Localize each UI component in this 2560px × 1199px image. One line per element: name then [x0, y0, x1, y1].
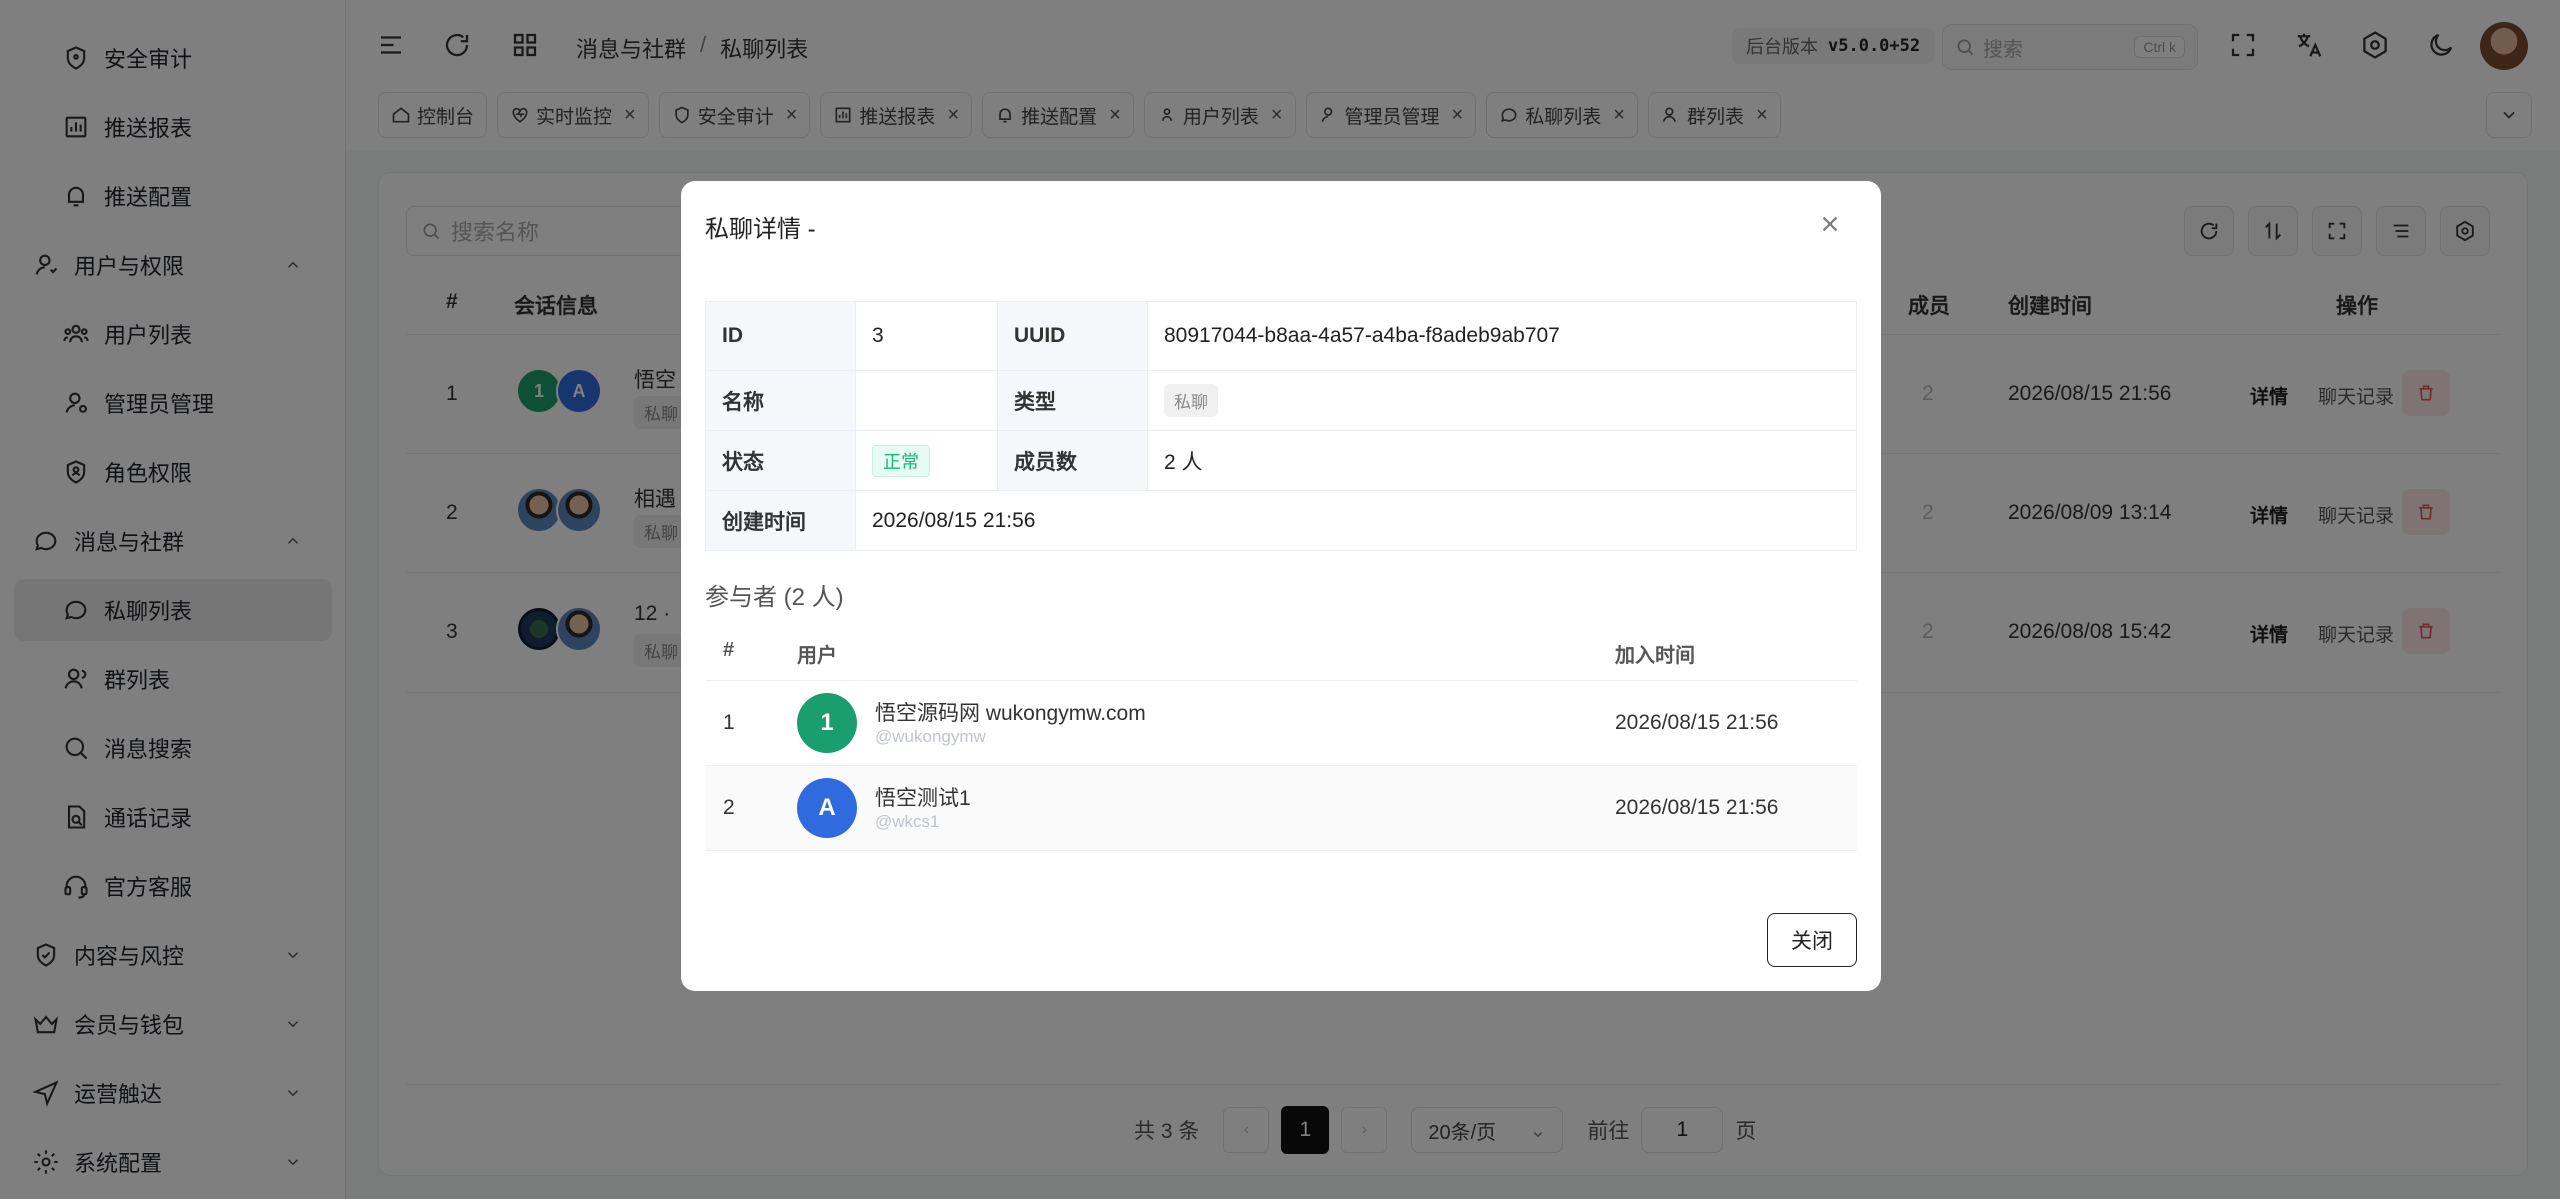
type-tag: 私聊 [1164, 384, 1218, 417]
column-header-user: 用户 [797, 645, 837, 667]
dialog-title: 私聊详情 - [705, 216, 816, 243]
id-value: 3 [855, 301, 998, 371]
joined-time: 2026/08/15 21:56 [1615, 711, 1779, 734]
type-label: 类型 [997, 370, 1148, 431]
uuid-value: 80917044-b8aa-4a57-a4ba-f8adeb9ab707 [1147, 301, 1857, 371]
participant-handle: @wkcs1 [875, 812, 940, 831]
status-badge: 正常 [872, 444, 930, 477]
members-value: 2 人 [1147, 430, 1857, 491]
close-icon[interactable] [1817, 211, 1843, 237]
detail-descriptions: ID 3 UUID 80917044-b8aa-4a57-a4ba-f8adeb… [705, 301, 1857, 551]
participants-header: # 用户 加入时间 [705, 621, 1857, 681]
close-button[interactable]: 关闭 [1767, 913, 1857, 967]
row-index: 2 [723, 796, 735, 819]
row-index: 1 [723, 711, 735, 734]
avatar: A [797, 778, 857, 838]
avatar: 1 [797, 693, 857, 753]
participant-row: 2 A 悟空测试1 @wkcs1 2026/08/15 21:56 [705, 766, 1857, 851]
name-label: 名称 [705, 370, 856, 431]
id-label: ID [705, 301, 856, 371]
joined-time: 2026/08/15 21:56 [1615, 796, 1779, 819]
participant-name: 悟空源码网 wukongymw.com [875, 702, 1146, 725]
participant-name: 悟空测试1 [875, 787, 971, 810]
status-label: 状态 [705, 430, 856, 491]
participant-handle: @wukongymw [875, 727, 986, 746]
private-chat-detail-dialog: 私聊详情 - ID 3 UUID 80917044-b8aa-4a57-a4ba… [681, 181, 1881, 991]
column-header-joined: 加入时间 [1615, 645, 1695, 667]
participants-title: 参与者 (2 人) [705, 584, 844, 611]
created-label: 创建时间 [705, 490, 856, 551]
members-label: 成员数 [997, 430, 1148, 491]
uuid-label: UUID [997, 301, 1148, 371]
participant-row: 1 1 悟空源码网 wukongymw.com @wukongymw 2026/… [705, 681, 1857, 766]
created-value: 2026/08/15 21:56 [855, 490, 1857, 551]
column-header-index: # [723, 639, 735, 661]
name-value [855, 370, 998, 431]
